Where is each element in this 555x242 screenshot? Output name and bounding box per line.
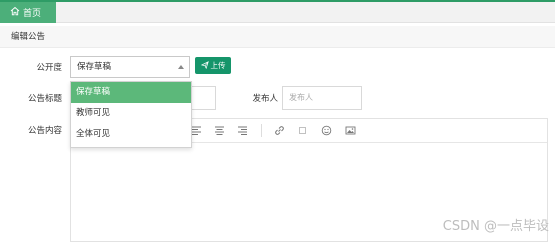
top-accent-stripe	[0, 0, 555, 2]
dropdown-option-teachers[interactable]: 教师可见	[71, 103, 191, 124]
visibility-select-value: 保存草稿	[77, 62, 112, 72]
upload-button[interactable]: 上传	[195, 57, 231, 74]
visibility-select[interactable]: 保存草稿	[70, 56, 190, 78]
align-center-icon[interactable]	[214, 125, 225, 136]
home-icon	[10, 6, 20, 19]
section-title: 编辑公告	[0, 26, 555, 48]
tab-home[interactable]: 首页	[0, 2, 56, 23]
align-left-icon[interactable]	[191, 125, 202, 136]
tab-home-label: 首页	[23, 9, 42, 19]
dropdown-option-draft[interactable]: 保存草稿	[71, 82, 191, 103]
unlink-icon[interactable]	[297, 125, 308, 136]
chevron-up-icon	[178, 65, 184, 69]
emoji-icon[interactable]	[321, 125, 332, 136]
title-label: 公告标题	[27, 94, 62, 104]
align-right-icon[interactable]	[237, 125, 248, 136]
publisher-label: 发布人	[252, 94, 278, 104]
image-icon[interactable]	[345, 125, 356, 136]
publisher-input[interactable]: 发布人	[282, 86, 362, 110]
toolbar-divider	[261, 124, 262, 137]
top-bar: 首页	[0, 0, 555, 23]
send-icon	[200, 60, 209, 71]
watermark: CSDN @一点毕设	[442, 219, 549, 234]
dropdown-option-all[interactable]: 全体可见	[71, 124, 191, 145]
link-icon[interactable]	[274, 125, 285, 136]
upload-button-label: 上传	[210, 61, 226, 70]
visibility-dropdown: 保存草稿 教师可见 全体可见	[70, 81, 192, 148]
content-label: 公告内容	[27, 126, 62, 136]
visibility-label: 公开度	[36, 63, 62, 73]
